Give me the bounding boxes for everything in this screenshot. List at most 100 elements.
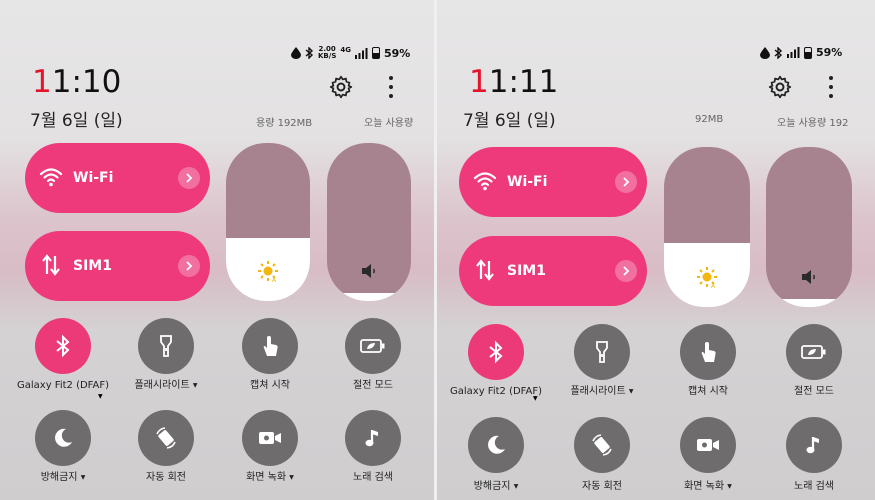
- moon-icon: [488, 435, 505, 454]
- volume-fill: [766, 299, 852, 307]
- more-options-icon[interactable]: [828, 76, 834, 98]
- quick-settings-panel-right: 59% 11:11 7월 6일 (일) 92MB 오늘 사용량 192 Wi-F…: [437, 0, 875, 500]
- mobile-data-toggle[interactable]: SIM1: [25, 231, 210, 301]
- wifi-icon: [39, 168, 63, 187]
- music-note-icon: [365, 430, 378, 447]
- bluetooth-status-icon: [305, 47, 314, 59]
- bluetooth-icon: [489, 340, 503, 364]
- data-saver-icon: [291, 47, 301, 59]
- capture-tile-label: 캡쳐 시작: [688, 386, 728, 397]
- sim-expand-chevron-icon[interactable]: [615, 260, 637, 282]
- auto-rotate-tile-label: 자동 회전: [582, 481, 622, 492]
- music-search-tile[interactable]: [786, 417, 842, 473]
- touch-icon: [263, 336, 278, 356]
- wifi-expand-chevron-icon[interactable]: [178, 167, 200, 189]
- sim-label: SIM1: [73, 258, 112, 274]
- screen-record-icon: [697, 439, 719, 451]
- music-search-tile[interactable]: [345, 410, 401, 466]
- wifi-toggle[interactable]: Wi-Fi: [25, 143, 210, 213]
- bluetooth-dropdown-icon[interactable]: ▼: [98, 393, 103, 400]
- quick-settings-panel-left: 2.00 KB/S 4G 59% 11:10 7월 6일 (일) 용량 192M…: [0, 0, 434, 500]
- capture-tile[interactable]: [242, 318, 298, 374]
- flashlight-tile-label: 플래시라이트 ▼: [134, 380, 198, 391]
- power-saving-tile-label: 절전 모드: [794, 386, 834, 397]
- capture-tile[interactable]: [680, 324, 736, 380]
- volume-icon: [362, 264, 375, 278]
- music-search-tile-label: 노래 검색: [794, 481, 834, 492]
- more-options-icon[interactable]: [388, 76, 394, 98]
- music-search-tile-label: 노래 검색: [353, 472, 393, 483]
- brightness-slider[interactable]: A: [664, 147, 750, 307]
- do-not-disturb-tile-label: 방해금지 ▼: [40, 472, 86, 483]
- battery-saver-icon: [360, 339, 385, 353]
- auto-rotate-tile-label: 자동 회전: [146, 472, 186, 483]
- network-speed: 2.00 KB/S: [318, 45, 337, 60]
- bluetooth-icon: [56, 334, 70, 358]
- rotate-icon: [592, 434, 612, 456]
- mobile-data-arrows-icon: [476, 259, 494, 281]
- volume-slider[interactable]: [766, 147, 852, 307]
- data-usage-left: 92MB: [695, 114, 724, 125]
- touch-icon: [701, 342, 716, 362]
- do-not-disturb-tile[interactable]: [468, 417, 524, 473]
- date[interactable]: 7월 6일 (일): [30, 106, 123, 131]
- moon-icon: [55, 428, 72, 447]
- data-usage-right: 오늘 사용량: [364, 118, 414, 129]
- auto-rotate-tile[interactable]: [574, 417, 630, 473]
- signal-icon: [787, 47, 800, 58]
- do-not-disturb-tile[interactable]: [35, 410, 91, 466]
- bluetooth-tile-label: Galaxy Fit2 (DFAF): [450, 386, 542, 397]
- power-saving-tile-label: 절전 모드: [353, 380, 393, 391]
- battery-percent: 59%: [816, 46, 843, 59]
- bluetooth-tile-label: Galaxy Fit2 (DFAF): [17, 380, 109, 391]
- bluetooth-dropdown-icon[interactable]: ▼: [533, 395, 538, 402]
- bluetooth-tile[interactable]: [35, 318, 91, 374]
- flashlight-tile-label: 플래시라이트 ▼: [570, 386, 634, 397]
- brightness-auto-icon: A: [258, 261, 278, 283]
- capture-tile-label: 캡쳐 시작: [250, 380, 290, 391]
- rotate-icon: [156, 427, 176, 449]
- battery-icon: [371, 47, 380, 59]
- wifi-toggle[interactable]: Wi-Fi: [459, 147, 647, 217]
- clock[interactable]: 11:10: [32, 64, 121, 100]
- power-saving-tile[interactable]: [786, 324, 842, 380]
- flashlight-tile[interactable]: [574, 324, 630, 380]
- wifi-icon: [473, 172, 497, 191]
- brightness-slider[interactable]: A: [226, 143, 310, 301]
- data-usage-left: 용량 192MB: [256, 118, 313, 129]
- settings-gear-icon[interactable]: [767, 74, 793, 100]
- wifi-label: Wi-Fi: [507, 174, 548, 190]
- battery-percent: 59%: [383, 46, 411, 60]
- wifi-expand-chevron-icon[interactable]: [615, 171, 637, 193]
- data-usage-right: 오늘 사용량 192: [777, 118, 849, 129]
- screen-record-tile-label: 화면 녹화 ▼: [246, 472, 294, 483]
- volume-icon: [802, 270, 815, 284]
- clock[interactable]: 11:11: [469, 64, 558, 100]
- bluetooth-tile[interactable]: [468, 324, 524, 380]
- data-saver-icon: [760, 46, 770, 59]
- volume-slider[interactable]: [327, 143, 411, 301]
- signal-icon: [354, 47, 368, 59]
- svg-text:A: A: [711, 283, 716, 289]
- sim-expand-chevron-icon[interactable]: [178, 255, 200, 277]
- auto-rotate-tile[interactable]: [138, 410, 194, 466]
- music-note-icon: [806, 437, 819, 454]
- status-bar: 59%: [760, 46, 842, 59]
- screen-record-tile[interactable]: [680, 417, 736, 473]
- screen-record-icon: [259, 432, 281, 444]
- mobile-data-toggle[interactable]: SIM1: [459, 236, 647, 306]
- bluetooth-status-icon: [774, 46, 783, 59]
- power-saving-tile[interactable]: [345, 318, 401, 374]
- network-type: 4G: [340, 46, 351, 54]
- settings-gear-icon[interactable]: [328, 74, 354, 100]
- flashlight-tile[interactable]: [138, 318, 194, 374]
- flashlight-icon: [160, 335, 172, 357]
- battery-saver-icon: [801, 345, 826, 359]
- date[interactable]: 7월 6일 (일): [463, 106, 556, 131]
- mobile-data-arrows-icon: [42, 254, 60, 276]
- do-not-disturb-tile-label: 방해금지 ▼: [473, 481, 519, 492]
- screen-record-tile[interactable]: [242, 410, 298, 466]
- screen-record-tile-label: 화면 녹화 ▼: [684, 481, 732, 492]
- brightness-auto-icon: A: [697, 267, 717, 289]
- svg-text:A: A: [272, 277, 277, 283]
